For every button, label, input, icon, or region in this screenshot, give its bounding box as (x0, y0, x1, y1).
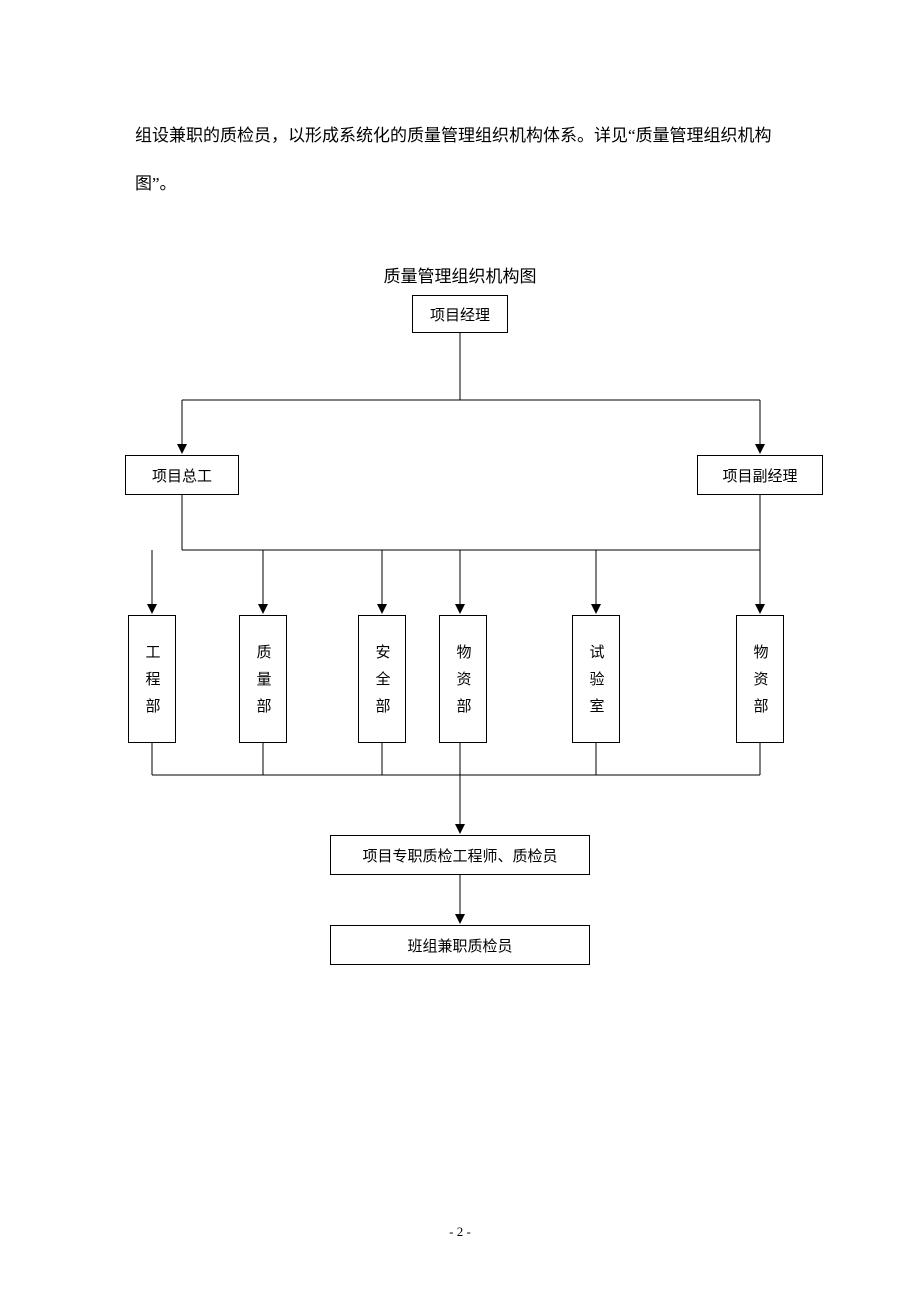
node-dept-quality: 质量部 (239, 615, 287, 743)
node-dept-safety: 安全部 (358, 615, 406, 743)
node-deputy-manager: 项目副经理 (697, 455, 823, 495)
node-dept-lab: 试验室 (572, 615, 620, 743)
node-qc-engineer: 项目专职质检工程师、质检员 (330, 835, 590, 875)
body-paragraph: 组设兼职的质检员，以形成系统化的质量管理组织机构体系。详见“质量管理组织机构图”… (135, 112, 790, 207)
node-team-qc: 班组兼职质检员 (330, 925, 590, 965)
node-project-manager: 项目经理 (412, 295, 508, 333)
chart-title: 质量管理组织机构图 (0, 262, 920, 287)
node-dept-materials-1: 物资部 (439, 615, 487, 743)
page-number: - 2 - (0, 1224, 920, 1240)
node-chief-engineer: 项目总工 (125, 455, 239, 495)
node-dept-engineering: 工程部 (128, 615, 176, 743)
org-chart: 项目经理 项目总工 项目副经理 工程部 质量部 安全部 物资部 试验室 物资部 … (0, 295, 920, 1045)
node-dept-materials-2: 物资部 (736, 615, 784, 743)
